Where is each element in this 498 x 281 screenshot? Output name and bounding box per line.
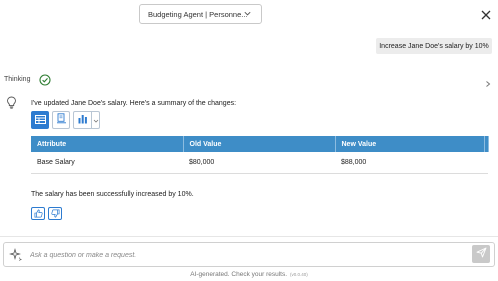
chevron-right-icon[interactable] [484,75,492,93]
table-icon [34,111,46,129]
bar-chart-icon [77,111,88,129]
column-header[interactable]: Old Value [183,136,336,152]
thumbs-down-icon [50,205,60,223]
version-text: (v0.0.40) [290,272,308,277]
view-toggle [31,111,100,129]
column-header-end [484,136,489,152]
table-row: Base Salary $80,000 $88,000 [31,152,488,173]
thinking-label: Thinking [4,76,31,83]
close-icon[interactable] [480,8,492,20]
result-message: The salary has been successfully increas… [31,191,194,198]
prompt-input[interactable] [30,248,460,262]
table-cell: $88,000 [341,158,367,166]
thumbs-up-icon [34,205,43,223]
user-message: Increase Jane Doe's salary by 10% [376,38,492,54]
changes-table: Attribute Old Value New Value Base Salar… [31,136,489,174]
send-icon [476,245,487,263]
top-bar: Budgeting Agent | Personne... [0,0,498,30]
disclaimer-text: AI-generated. Check your results. [190,271,288,278]
table-cell-end [484,152,488,173]
check-circle-icon [39,73,51,91]
table-view-button[interactable] [31,111,49,129]
assistant-summary: I've updated Jane Doe's salary. Here's a… [31,100,237,107]
thinking-row[interactable]: Thinking [4,72,494,88]
thumbs-up-button[interactable] [31,207,45,220]
agent-select-value: Budgeting Agent | Personne... [148,9,248,19]
chart-view-button[interactable] [74,112,91,128]
document-view-button[interactable] [52,111,70,129]
agent-select[interactable]: Budgeting Agent | Personne... [139,4,262,24]
table-cell: Base Salary [37,158,75,166]
prompt-bar [3,242,495,267]
table-header-row: Attribute Old Value New Value [31,136,489,152]
sparkle-icon[interactable] [9,248,23,266]
column-header[interactable]: New Value [335,136,485,152]
thumbs-down-button[interactable] [48,207,62,220]
divider [0,236,498,237]
document-icon [56,111,67,129]
send-button[interactable] [472,245,490,263]
lightbulb-icon [6,96,17,114]
chart-view-split-button[interactable] [73,111,100,129]
chevron-down-icon [93,111,99,129]
feedback-buttons [31,207,62,220]
footer: AI-generated. Check your results. (v0.0.4… [0,271,498,278]
user-message-text: Increase Jane Doe's salary by 10% [379,42,489,50]
chevron-down-icon [243,9,252,20]
table-cell: $80,000 [189,158,215,166]
column-header[interactable]: Attribute [31,136,184,152]
chart-view-dropdown[interactable] [91,112,99,128]
